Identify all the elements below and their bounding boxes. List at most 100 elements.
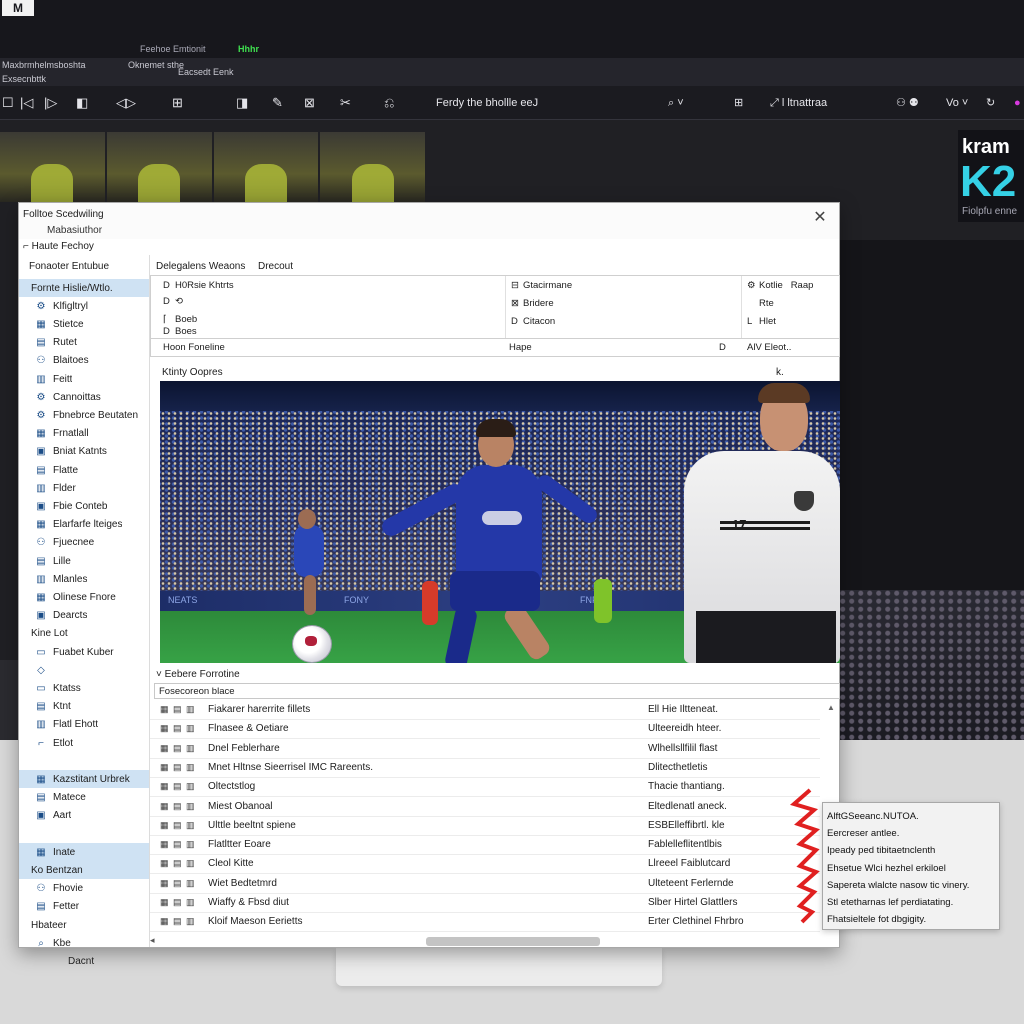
sidebar-item[interactable]: ▤ Ktnt [19,698,149,716]
undo-icon[interactable]: ⎌ [384,94,394,112]
property-row[interactable]: D ⟲ [163,296,183,307]
property-row[interactable]: ⊠ Bridere [511,298,554,309]
list-item[interactable]: ▦ ▤ ▥ Oltectstlog Thacie thantiang. [150,778,820,798]
sidebar-item[interactable]: ▤ Rutet [19,334,149,352]
sidebar-item[interactable]: ▦ Kazstitant Urbrek [19,770,149,789]
property-row[interactable]: D H0Rsie Khtrts [163,280,234,291]
sidebar-item[interactable]: ⚙ Fbnebrce Beutaten [19,406,149,424]
thumbnail[interactable] [0,132,105,202]
property-row[interactable]: Rte [747,298,774,309]
breadcrumb-text[interactable]: Haute Fechoy [32,241,94,252]
field-name[interactable]: Hoon Foneline [163,342,225,353]
sidebar-item[interactable]: ▥ Flatl Ehott [19,716,149,734]
sidebar-item[interactable]: Fornte Hislie/Wtlo. [19,279,149,297]
tab-weaons[interactable]: Delegalens Weaons [156,261,245,272]
sidebar-item[interactable]: ▦ Olinese Fnore [19,588,149,606]
list-item[interactable]: ▦ ▤ ▥ Fiakarer harerrite fillets Ell Hie I… [150,701,820,720]
list-item[interactable]: ▦ ▤ ▥ Flnasee & Oetiare Ulteereidh hteer. [150,720,820,740]
sidebar-item[interactable]: ▣ Fbie Conteb [19,497,149,515]
sidebar-item[interactable]: ▤ Fetter [19,898,149,916]
sidebar-item[interactable]: ▦ Frnatlall [19,425,149,443]
edit-icon[interactable]: ✎ [272,94,283,112]
list-item[interactable]: ▦ ▤ ▥ Dnel Feblerhare Wlhellsllfilil flast [150,740,820,759]
settings-icon[interactable]: ⚇ ⚉ [896,94,919,112]
thumbnail[interactable] [213,132,319,202]
step-forward-icon[interactable]: |▷ [44,94,57,112]
property-row[interactable]: D Boes [163,326,197,337]
sidebar-item[interactable]: Ko Bentzan [19,861,149,880]
sidebar-item[interactable]: ▦ Elarfarfe lteiges [19,516,149,534]
sidebar-item[interactable]: ⚇ Fhovie [19,880,149,898]
property-row[interactable]: D Citacon [511,316,555,327]
image-preview[interactable]: NEATS FONY FNF 17 [160,381,840,663]
property-row[interactable]: ⊟ Gtacirmane [511,280,572,291]
sidebar-item[interactable]: ▥ Flder [19,479,149,497]
sidebar-item[interactable]: ▭ Ktatss [19,679,149,697]
field-all-button[interactable]: AlV Eleot.. [747,342,791,353]
sidebar-item[interactable]: Kine Lot [19,625,149,643]
layout-icon[interactable]: ⊞ [734,94,743,112]
record-icon[interactable]: ● [1014,94,1021,112]
sidebar-item[interactable]: ⌐ Etlot [19,734,149,752]
playback-icon[interactable]: ◁▷ [116,94,136,112]
sidebar-item[interactable]: ⚇ Blaitoes [19,352,149,370]
scroll-up-icon[interactable]: ▲ [827,703,835,712]
menu-item[interactable]: Exsecnbttk [2,74,46,84]
sidebar-item[interactable] [19,752,149,770]
refresh-icon[interactable]: ↻ [986,94,995,112]
tab-drecout[interactable]: Drecout [258,261,293,272]
new-icon[interactable]: ☐ [2,94,14,112]
list-item[interactable]: ▦ ▤ ▥ Cleol Kitte Llreeel Faiblutcard [150,855,820,875]
menu-item[interactable]: Eacsedt Eenk [178,67,234,77]
crop-icon[interactable]: ⊠ [304,94,315,112]
list-item[interactable]: ▦ ▤ ▥ Mnet Hltnse Sieerrisel IMC Rareents… [150,759,820,778]
sidebar-item[interactable]: ▥ Feitt [19,370,149,388]
sidebar-item[interactable]: ▣ Aart [19,807,149,825]
sidebar-item[interactable]: ▥ Mlanles [19,570,149,588]
list-item[interactable]: ▦ ▤ ▥ Miest Obanoal Eltedlenatl aneck. [150,798,820,817]
dialog-title-bar: Folltoe Scedwiling Mabasiuthor ✕ [19,203,839,239]
list-item[interactable]: ▦ ▤ ▥ Ulttle beeltnt spiene ESBElleffibrtl… [150,817,820,836]
grid-icon[interactable]: ⊞ [172,94,183,112]
expand-button[interactable]: ⤢ l ltnattraa [770,94,827,112]
sidebar-item[interactable]: ▣ Dearcts [19,607,149,625]
field-type[interactable]: Hape [509,342,532,353]
sidebar-item[interactable]: ▦ Stietce [19,315,149,333]
sidebar-item[interactable]: ▤ Flatte [19,461,149,479]
step-back-icon[interactable]: |◁ [20,94,33,112]
sidebar-item[interactable]: ⚙ Klfigltryl [19,297,149,315]
document-icon[interactable]: ◧ [76,94,88,112]
sidebar-item[interactable]: ▭ Fuabet Kuber [19,643,149,661]
property-row[interactable]: ⚙ Kotlie Raap [747,280,813,291]
view-dropdown[interactable]: Vo ˅ [946,94,968,112]
close-icon[interactable]: ✕ [809,207,831,229]
menu-item[interactable]: Oknemet sthe [128,60,184,70]
chevron-down-icon[interactable]: ˅ [156,669,165,680]
folder-icon: ⌐ [38,737,44,749]
menu-item[interactable]: Maxbrmhelmsboshta [2,60,86,70]
sidebar-item[interactable]: ▦ Inate [19,843,149,862]
sidebar-item[interactable]: ⚙ Cannoittas [19,388,149,406]
list-item[interactable]: ▦ ▤ ▥ Flatltter Eoare Fablelleflitentlbis [150,836,820,856]
sidebar-item[interactable]: ⌕ Kbe [19,934,149,952]
list-item[interactable]: ▦ ▤ ▥ Kloif Maeson Eerietts Erter Clethine… [150,913,820,933]
horizontal-scrollbar-thumb[interactable] [426,937,600,946]
thumbnail[interactable] [106,132,212,202]
list-header[interactable]: Fosecoreon blace [154,683,840,699]
sidebar-item[interactable]: ▤ Lille [19,552,149,570]
sidebar-item[interactable]: ▣ Bniat Katnts [19,443,149,461]
thumbnail[interactable] [320,132,425,202]
sidebar-item[interactable]: Hbateer [19,916,149,934]
sidebar-item[interactable]: ▤ Matece [19,789,149,807]
property-row[interactable]: L Hlet [747,316,776,327]
scroll-left-icon[interactable]: ◂ [150,935,155,946]
panel-icon[interactable]: ◨ [236,94,248,112]
list-item[interactable]: ▦ ▤ ▥ Wiet Bedtetmrd Ulteteent Ferlernde [150,875,820,894]
cut-icon[interactable]: ✂ [340,94,351,112]
list-item[interactable]: ▦ ▤ ▥ Wiaffy & Fbsd diut Slber Hirtel Glat… [150,894,820,913]
sidebar-item[interactable]: ⚇ Fjuecnee [19,534,149,552]
sidebar-item[interactable]: ◇ [19,661,149,679]
property-row[interactable]: ⌈ Boeb [163,314,197,325]
search-dropdown[interactable]: ⌕ ˅ [668,94,684,112]
sidebar-item[interactable] [19,825,149,843]
